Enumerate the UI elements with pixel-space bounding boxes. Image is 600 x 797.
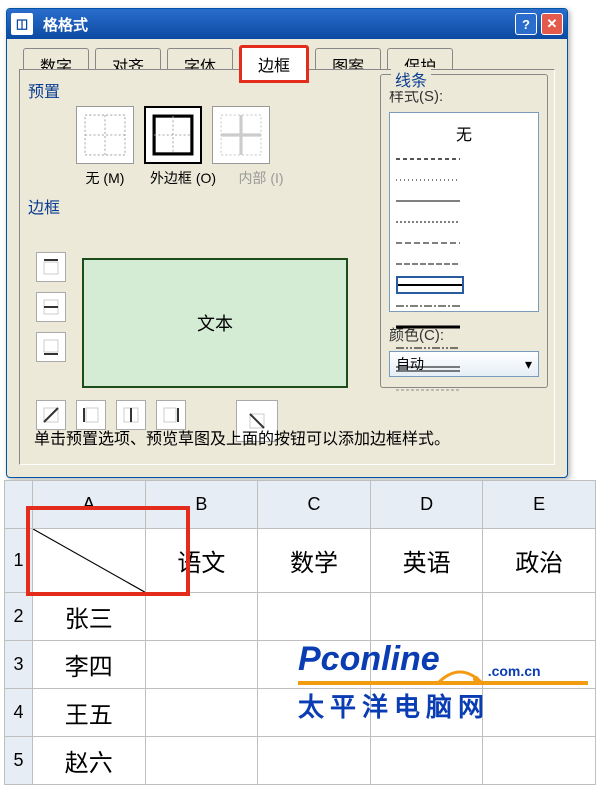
style-item[interactable] [396, 234, 464, 252]
cell[interactable] [370, 737, 483, 785]
cell[interactable] [145, 641, 258, 689]
cell[interactable] [145, 737, 258, 785]
cell-a4[interactable]: 王五 [33, 689, 146, 737]
row-header-4[interactable]: 4 [5, 689, 33, 737]
style-item[interactable] [396, 213, 464, 231]
preset-outline[interactable] [144, 106, 202, 164]
tab-border[interactable]: 边框 [239, 45, 309, 83]
chevron-down-icon: ▾ [525, 356, 532, 373]
cell-b1[interactable]: 语文 [145, 529, 258, 593]
row-header-5[interactable]: 5 [5, 737, 33, 785]
lines-group: 线条 样式(S): 无 颜色(C): 自动 [380, 74, 548, 388]
row-header-1[interactable]: 1 [5, 529, 33, 593]
row-header-2[interactable]: 2 [5, 593, 33, 641]
help-button[interactable]: ? [515, 13, 537, 35]
spreadsheet-grid[interactable]: A B C D E 1 语文 数学 英语 政治 2张三 3李四 4王五 5赵六 [4, 480, 596, 785]
dialog-title: 格格式 [43, 14, 511, 35]
preset-inside[interactable] [212, 106, 270, 164]
border-diag-up-btn[interactable] [36, 400, 66, 430]
col-header-c[interactable]: C [258, 481, 371, 529]
cell[interactable] [258, 593, 371, 641]
border-mid-h-btn[interactable] [36, 292, 66, 322]
watermark-logo: Pconline .com.cn 太平洋电脑网 [298, 640, 588, 724]
cell-d1[interactable]: 英语 [370, 529, 483, 593]
preset-outline-label: 外边框 (O) [146, 168, 220, 188]
style-item[interactable] [396, 150, 464, 168]
col-header-b[interactable]: B [145, 481, 258, 529]
cell[interactable] [370, 593, 483, 641]
line-style-list[interactable]: 无 [389, 112, 539, 312]
close-button[interactable]: ✕ [541, 13, 563, 35]
cell-a5[interactable]: 赵六 [33, 737, 146, 785]
style-none[interactable]: 无 [396, 119, 532, 147]
border-panel: 预置 无 (M) 外边框 (O) 内部 (I) 边框 [19, 69, 555, 465]
cell-a1[interactable] [33, 529, 146, 593]
style-item[interactable] [396, 255, 464, 273]
style-item[interactable] [396, 276, 464, 294]
corner-cell[interactable] [5, 481, 33, 529]
cell[interactable] [145, 689, 258, 737]
format-cells-dialog: ◫ 格格式 ? ✕ 数字 对齐 字体 边框 图案 保护 预置 [6, 8, 568, 478]
lines-label: 线条 [391, 67, 431, 91]
style-item[interactable] [396, 297, 464, 315]
style-item[interactable] [396, 192, 464, 210]
color-value: 自动 [396, 354, 424, 374]
color-select[interactable]: 自动 ▾ [389, 351, 539, 377]
cell[interactable] [483, 737, 596, 785]
border-bottom-btn[interactable] [36, 332, 66, 362]
help-hint: 单击预置选项、预览草图及上面的按钮可以添加边框样式。 [34, 428, 540, 452]
logo-swoosh-icon [436, 657, 484, 679]
preset-none[interactable] [76, 106, 134, 164]
cell[interactable] [258, 737, 371, 785]
border-top-btn[interactable] [36, 252, 66, 282]
style-item[interactable] [396, 381, 464, 399]
color-label: 颜色(C): [389, 324, 539, 345]
style-item[interactable] [396, 171, 464, 189]
border-left-btn[interactable] [76, 400, 106, 430]
cell[interactable] [483, 593, 596, 641]
border-right-btn[interactable] [156, 400, 186, 430]
border-mid-v-btn[interactable] [116, 400, 146, 430]
cell-a2[interactable]: 张三 [33, 593, 146, 641]
col-header-d[interactable]: D [370, 481, 483, 529]
logo-subtitle: 太平洋电脑网 [298, 681, 588, 724]
preset-inside-label: 内部 (I) [224, 168, 298, 188]
preview-text: 文本 [197, 310, 233, 336]
preset-none-label: 无 (M) [68, 168, 142, 188]
app-icon: ◫ [11, 13, 33, 35]
cell[interactable] [145, 593, 258, 641]
border-preview: 文本 [82, 258, 348, 388]
logo-domain: .com.cn [488, 663, 541, 679]
titlebar[interactable]: ◫ 格格式 ? ✕ [7, 9, 567, 39]
col-header-a[interactable]: A [33, 481, 146, 529]
row-header-3[interactable]: 3 [5, 641, 33, 689]
col-header-e[interactable]: E [483, 481, 596, 529]
logo-brand: Pconline [298, 640, 440, 679]
cell-a3[interactable]: 李四 [33, 641, 146, 689]
cell-c1[interactable]: 数学 [258, 529, 371, 593]
cell-e1[interactable]: 政治 [483, 529, 596, 593]
